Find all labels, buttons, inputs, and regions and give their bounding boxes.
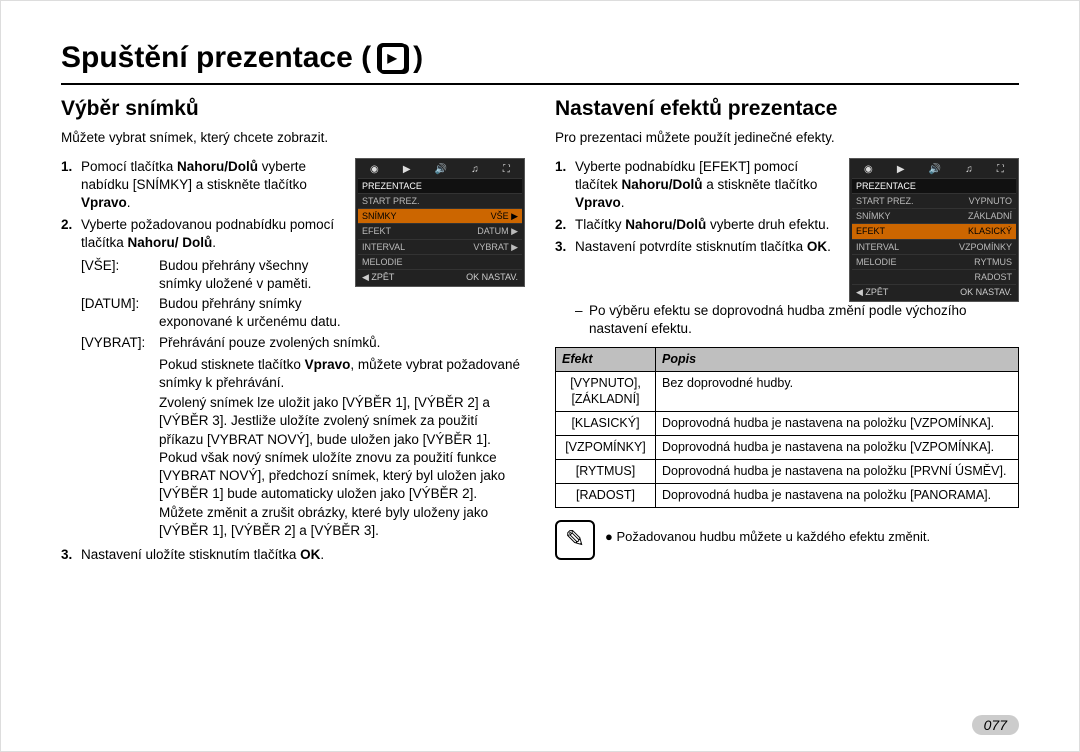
left-sublist-cont: [VYBRAT]: Přehrávání pouze zvolených sní… (81, 334, 525, 352)
step-text: Pomocí tlačítka Nahoru/Dolů vyberte nabí… (81, 158, 349, 213)
left-steps: 1. Pomocí tlačítka Nahoru/Dolů vyberte n… (61, 158, 349, 334)
right-steps-with-lcd: 1. Vyberte podnabídku [EFEKT] pomocí tla… (555, 158, 1019, 303)
lcd-row: SNÍMKYZÁKLADNÍ (852, 208, 1016, 223)
lcd-row: MELODIE (358, 254, 522, 269)
sub-row: [VŠE]: Budou přehrány všechny snímky ulo… (81, 257, 349, 293)
right-column: Nastavení efektů prezentace Pro prezenta… (555, 95, 1019, 568)
sub-row: [DATUM]: Budou přehrány snímky exponovan… (81, 295, 349, 331)
vybrat-extra: Pokud stisknete tlačítko Vpravo, můžete … (159, 356, 525, 540)
manual-page: Spuštění prezentace ( ) Výběr snímků Můž… (0, 0, 1080, 752)
step-text: Vyberte požadovanou podnabídku pomocí tl… (81, 216, 349, 252)
table-row: [VZPOMÍNKY]Doprovodná hudba je nastavena… (556, 436, 1019, 460)
step-number: 1. (61, 158, 81, 213)
slideshow-icon (377, 43, 407, 73)
step-number: 1. (555, 158, 575, 213)
left-heading: Výběr snímků (61, 95, 525, 123)
lcd-top-icons: ◉▶🔊♫⛶ (852, 161, 1016, 179)
lcd-row: MELODIERYTMUS (852, 254, 1016, 269)
lcd-row: EFEKTDATUM ▶ (358, 223, 522, 238)
lcd-row: INTERVALVYBRAT ▶ (358, 239, 522, 254)
page-title-end: ) (413, 41, 423, 75)
sub-row: [VYBRAT]: Přehrávání pouze zvolených sní… (81, 334, 525, 352)
right-step-1: 1. Vyberte podnabídku [EFEKT] pomocí tla… (555, 158, 843, 213)
left-intro: Můžete vybrat snímek, který chcete zobra… (61, 129, 525, 147)
lcd-top-icons: ◉▶🔊♫⛶ (358, 161, 522, 179)
step-number: 3. (61, 546, 81, 564)
left-step-2: 2. Vyberte požadovanou podnabídku pomocí… (61, 216, 349, 252)
right-dash-note: – Po výběru efektu se doprovodná hudba z… (575, 302, 1019, 338)
table-header-row: Efekt Popis (556, 347, 1019, 371)
step-number: 3. (555, 238, 575, 256)
effect-table: Efekt Popis [VYPNUTO], [ZÁKLADNÍ]Bez dop… (555, 347, 1019, 508)
left-step-3: 3. Nastavení uložíte stisknutím tlačítka… (61, 546, 525, 564)
step-text: Nastavení uložíte stisknutím tlačítka OK… (81, 546, 525, 564)
lcd-row: RADOST (852, 269, 1016, 284)
right-steps: 1. Vyberte podnabídku [EFEKT] pomocí tla… (555, 158, 843, 261)
left-column: Výběr snímků Můžete vybrat snímek, který… (61, 95, 525, 568)
note-text: Požadovanou hudbu můžete u každého efekt… (605, 520, 930, 546)
lcd-row: EFEKTKLASICKÝ (852, 223, 1016, 238)
note-box: ✎ Požadovanou hudbu můžete u každého efe… (555, 520, 1019, 560)
pencil-note-icon: ✎ (555, 520, 595, 560)
page-title-text: Spuštění prezentace ( (61, 41, 371, 75)
columns: Výběr snímků Můžete vybrat snímek, který… (61, 95, 1019, 568)
th-popis: Popis (656, 347, 1019, 371)
lcd-head: PREZENTACE (852, 178, 1016, 193)
lcd-row: INTERVALVZPOMÍNKY (852, 239, 1016, 254)
lcd-row: SNÍMKYVŠE ▶ (358, 208, 522, 223)
lcd-bottom: ◀ ZPĚTOK NASTAV. (852, 284, 1016, 299)
lcd-head: PREZENTACE (358, 178, 522, 193)
left-sublist: [VŠE]: Budou přehrány všechny snímky ulo… (81, 257, 349, 332)
step-text: Vyberte podnabídku [EFEKT] pomocí tlačít… (575, 158, 843, 213)
table-row: [RYTMUS]Doprovodná hudba je nastavena na… (556, 460, 1019, 484)
page-number: 077 (972, 715, 1019, 735)
table-row: [KLASICKÝ]Doprovodná hudba je nastavena … (556, 412, 1019, 436)
table-row: [RADOST]Doprovodná hudba je nastavena na… (556, 483, 1019, 507)
th-efekt: Efekt (556, 347, 656, 371)
lcd-bottom: ◀ ZPĚTOK NASTAV. (358, 269, 522, 284)
page-title: Spuštění prezentace ( ) (61, 41, 1019, 85)
lcd-screenshot-right: ◉▶🔊♫⛶ PREZENTACE START PREZ.VYPNUTO SNÍM… (849, 158, 1019, 303)
left-steps-with-lcd: 1. Pomocí tlačítka Nahoru/Dolů vyberte n… (61, 158, 525, 334)
lcd-screenshot-left: ◉▶🔊♫⛶ PREZENTACE START PREZ. SNÍMKYVŠE ▶… (355, 158, 525, 287)
step-text: Nastavení potvrdíte stisknutím tlačítka … (575, 238, 843, 256)
right-intro: Pro prezentaci můžete použít jedinečné e… (555, 129, 1019, 147)
right-heading: Nastavení efektů prezentace (555, 95, 1019, 123)
right-step-2: 2. Tlačítky Nahoru/Dolů vyberte druh efe… (555, 216, 843, 234)
lcd-row: START PREZ. (358, 193, 522, 208)
left-step-1: 1. Pomocí tlačítka Nahoru/Dolů vyberte n… (61, 158, 349, 213)
step-text: Tlačítky Nahoru/Dolů vyberte druh efektu… (575, 216, 843, 234)
table-row: [VYPNUTO], [ZÁKLADNÍ]Bez doprovodné hudb… (556, 371, 1019, 412)
right-step-3: 3. Nastavení potvrdíte stisknutím tlačít… (555, 238, 843, 256)
lcd-row: START PREZ.VYPNUTO (852, 193, 1016, 208)
step-number: 2. (61, 216, 81, 252)
step-number: 2. (555, 216, 575, 234)
